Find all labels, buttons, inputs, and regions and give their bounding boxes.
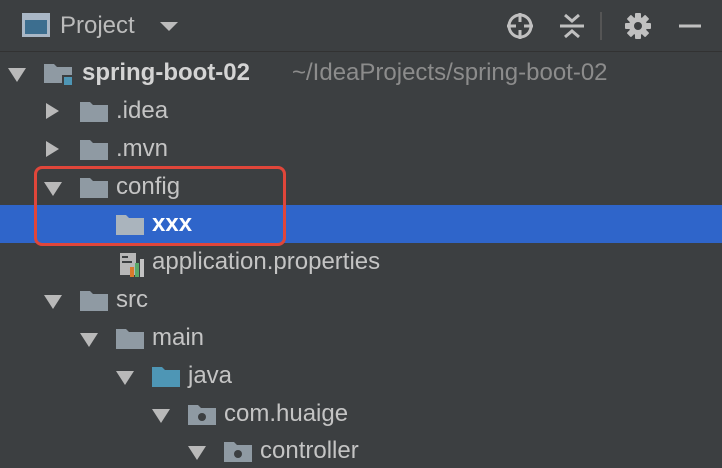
tree-row-config[interactable]: config	[0, 168, 722, 206]
tree-label-root: spring-boot-02	[82, 59, 250, 86]
folder-icon	[80, 291, 108, 311]
package-folder-icon	[188, 405, 216, 425]
expanded-arrow-icon[interactable]	[152, 409, 170, 423]
collapse-icon[interactable]	[556, 10, 588, 42]
tree-row-idea[interactable]: .idea	[0, 92, 722, 130]
tree-label-src: src	[116, 286, 148, 313]
folder-icon	[116, 329, 144, 349]
expanded-arrow-icon[interactable]	[80, 333, 98, 347]
tree-label-com-huaige: com.huaige	[224, 400, 349, 427]
tree-label-main: main	[152, 324, 205, 351]
tree-row-src[interactable]: src	[0, 281, 722, 319]
tree-row-controller[interactable]: controller	[0, 432, 722, 468]
project-view-icon	[22, 13, 50, 37]
tree-label-idea: .idea	[116, 97, 169, 124]
folder-icon	[80, 178, 108, 198]
folder-icon	[80, 102, 108, 122]
tree-label-java: java	[188, 362, 233, 389]
tree-label-xxx: xxx	[152, 210, 193, 237]
tree-label-controller: controller	[260, 437, 359, 464]
tree-label-application-properties: application.properties	[152, 248, 381, 275]
locate-icon[interactable]	[504, 10, 536, 42]
project-header: Project	[0, 0, 722, 52]
caret-down-icon[interactable]	[160, 22, 178, 31]
tree-row-java[interactable]: java	[0, 357, 722, 395]
header-title[interactable]: Project	[60, 11, 135, 41]
tree-row-com-huaige[interactable]: com.huaige	[0, 395, 722, 433]
minimize-icon[interactable]	[674, 10, 706, 42]
expanded-arrow-icon[interactable]	[44, 182, 62, 196]
expanded-arrow-icon[interactable]	[116, 371, 134, 385]
expanded-arrow-icon[interactable]	[8, 68, 26, 82]
folder-icon	[116, 215, 144, 235]
tree-row-mvn[interactable]: .mvn	[0, 130, 722, 168]
package-folder-icon	[224, 442, 252, 462]
tree-label-mvn: .mvn	[116, 135, 169, 162]
module-folder-icon	[44, 61, 74, 85]
project-tool-window: Project spring-boot-02 ~/IdeaProjects/sp…	[0, 0, 722, 468]
collapsed-arrow-icon[interactable]	[46, 103, 59, 119]
folder-icon	[80, 140, 108, 160]
collapsed-arrow-icon[interactable]	[46, 141, 59, 157]
tree-row-main[interactable]: main	[0, 319, 722, 357]
tree-label-config: config	[116, 173, 181, 200]
header-divider	[600, 12, 602, 40]
tree-root-path: ~/IdeaProjects/spring-boot-02	[292, 59, 608, 86]
source-folder-icon	[152, 367, 180, 387]
gear-icon[interactable]	[622, 10, 654, 42]
expanded-arrow-icon[interactable]	[44, 295, 62, 309]
tree-row-application-properties[interactable]: application.properties	[0, 243, 722, 281]
tree-row-root[interactable]: spring-boot-02 ~/IdeaProjects/spring-boo…	[0, 54, 722, 92]
properties-file-icon	[118, 251, 146, 277]
tree-row-xxx[interactable]: xxx	[0, 205, 722, 243]
expanded-arrow-icon[interactable]	[188, 446, 206, 460]
